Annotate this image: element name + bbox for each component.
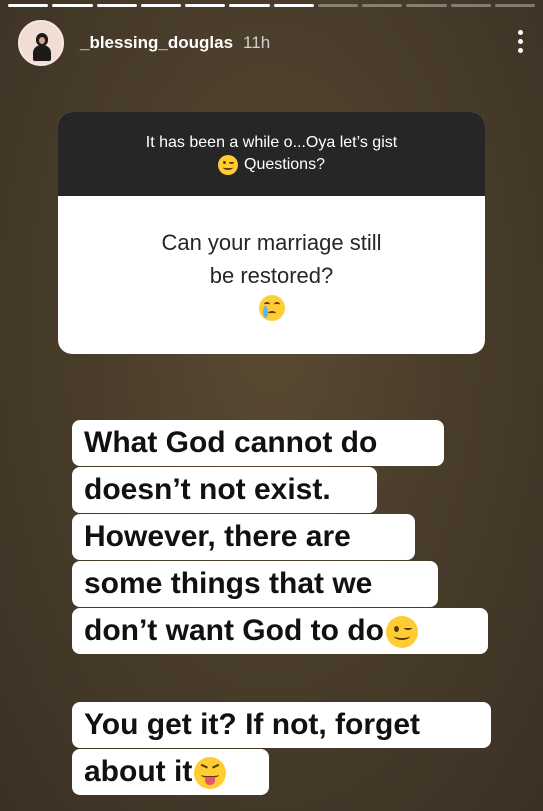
progress-segment (229, 4, 270, 7)
winking-face-emoji-icon (218, 154, 239, 175)
prompt-line: Questions? (58, 154, 485, 176)
story-progress-bar (8, 4, 535, 7)
question-line (58, 292, 485, 322)
progress-segment (185, 4, 226, 7)
question-line: Can your marriage still (161, 230, 382, 255)
question-line: be restored? (209, 263, 334, 288)
question-prompt: It has been a while o...Oya let’s gist Q… (58, 112, 485, 196)
progress-segment (406, 4, 447, 7)
avatar[interactable] (18, 20, 64, 66)
question-sticker: It has been a while o...Oya let’s gist Q… (58, 112, 485, 354)
answer-text-line: However, there are (72, 514, 415, 560)
progress-segment (96, 4, 137, 7)
squinting-face-with-tongue-emoji-icon (194, 757, 227, 790)
username[interactable]: _blessing_douglas (80, 33, 233, 53)
prompt-line: It has been a while o...Oya let’s gist (145, 134, 398, 151)
answer-text-line: What God cannot do (72, 420, 444, 466)
progress-segment (494, 4, 535, 7)
timestamp: 11h (243, 33, 271, 52)
story-header: _blessing_douglas 11h (18, 18, 525, 68)
winking-face-emoji-icon (385, 616, 418, 649)
progress-segment (140, 4, 181, 7)
progress-segment (362, 4, 403, 7)
answer-text-line: doesn’t not exist. (72, 467, 377, 513)
answer-text-line: You get it? If not, forget (72, 702, 491, 748)
crying-face-emoji-icon (258, 295, 285, 322)
answer-text-line: about it (72, 749, 269, 795)
progress-segment (8, 4, 49, 7)
progress-segment (273, 4, 314, 7)
progress-segment (52, 4, 93, 7)
more-options-icon[interactable] (515, 28, 525, 56)
answer-text-line: don’t want God to do (72, 608, 488, 654)
progress-segment (317, 4, 358, 7)
question-text: Can your marriage still be restored? (58, 196, 485, 322)
answer-text-line: some things that we (72, 561, 438, 607)
progress-segment (450, 4, 491, 7)
